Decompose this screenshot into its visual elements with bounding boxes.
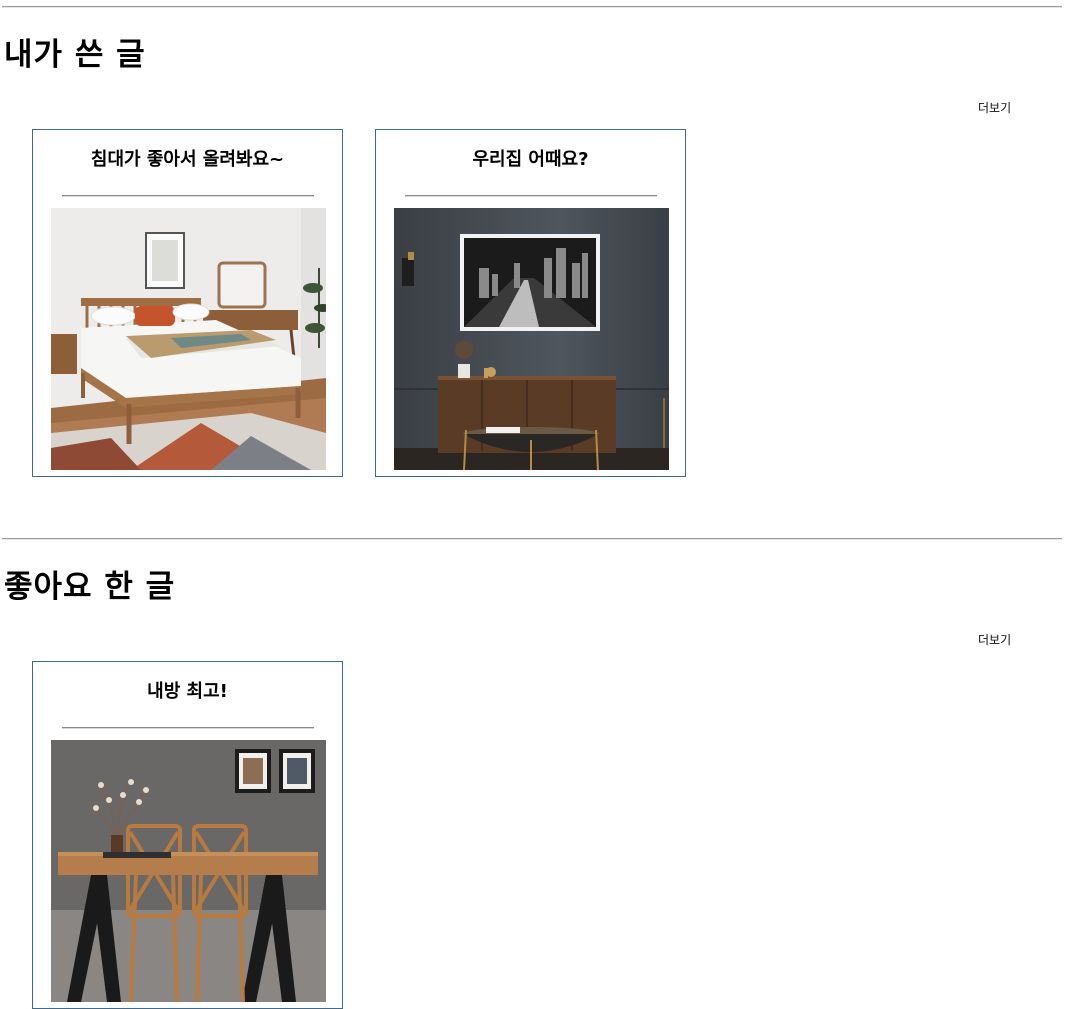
my-posts-more-link[interactable]: 더보기 (978, 100, 1011, 116)
card-divider (62, 727, 314, 729)
card-divider (405, 195, 657, 197)
liked-posts-section: 좋아요 한 글 더보기 내방 최고! (0, 532, 1070, 1009)
liked-posts-title: 좋아요 한 글 (4, 569, 176, 605)
post-card-title: 내방 최고! (147, 681, 228, 702)
post-card[interactable]: 내방 최고! (32, 661, 343, 1009)
my-posts-title: 내가 쓴 글 (4, 37, 146, 73)
liked-posts-more-link[interactable]: 더보기 (978, 632, 1011, 648)
my-posts-section: 내가 쓴 글 더보기 침대가 좋아서 올려봐요~ 우리집 어때요? (0, 0, 1070, 520)
post-card[interactable]: 침대가 좋아서 올려봐요~ (32, 129, 343, 477)
dining-room-photo[interactable] (51, 740, 326, 1002)
section-divider (2, 6, 1062, 8)
post-card[interactable]: 우리집 어때요? (375, 129, 686, 477)
living-room-photo[interactable] (394, 208, 669, 470)
post-card-title: 침대가 좋아서 올려봐요~ (90, 149, 285, 170)
card-divider (62, 195, 314, 197)
bedroom-photo[interactable] (51, 208, 326, 470)
section-divider (2, 538, 1062, 540)
post-card-title: 우리집 어때요? (472, 149, 589, 170)
